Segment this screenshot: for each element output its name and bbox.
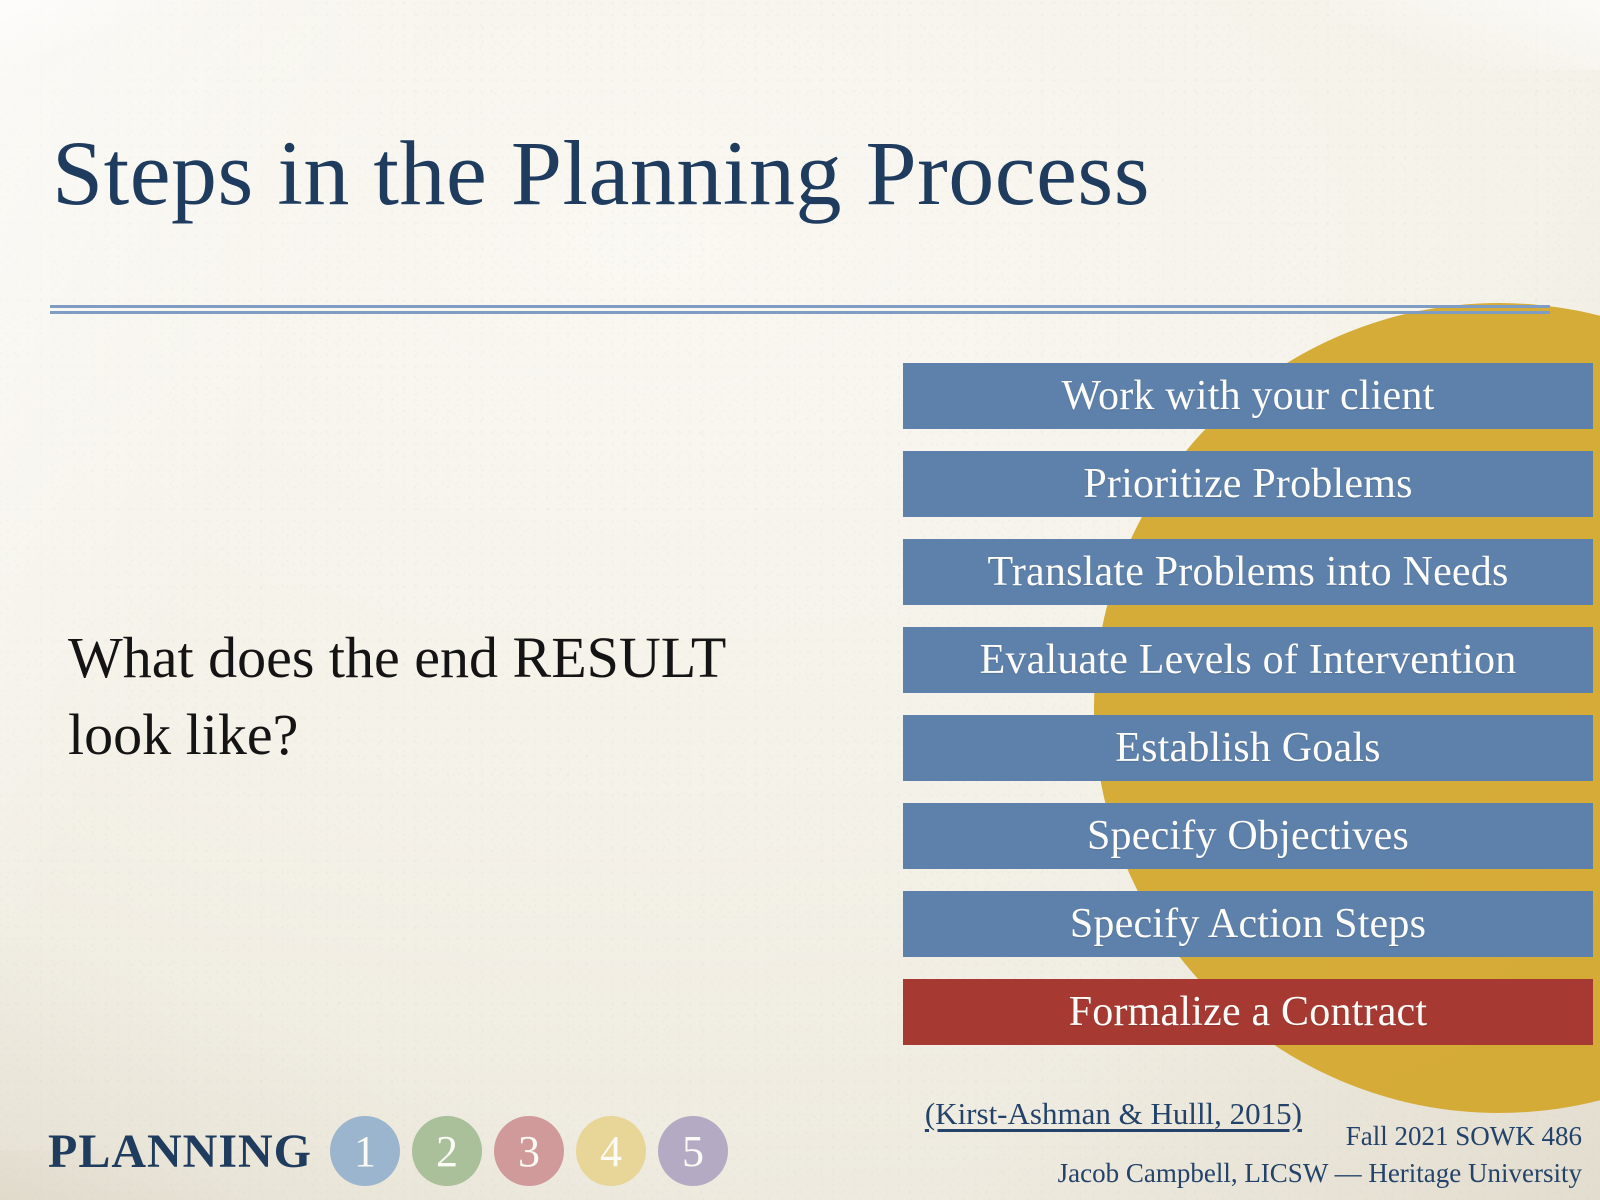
progress-dot-3[interactable]: 3 [494, 1116, 565, 1186]
step-bar-label: Formalize a Contract [1068, 989, 1428, 1035]
step-bar: Translate Problems into Needs [903, 539, 1593, 605]
slide-canvas: Steps in the Planning Process What does … [0, 0, 1600, 1200]
step-bar-label: Specify Action Steps [1069, 901, 1427, 947]
slide-body-text: What does the end RESULT look like? [68, 625, 726, 767]
step-bar-highlighted: Formalize a Contract [903, 979, 1593, 1045]
progress-dot-5[interactable]: 5 [658, 1116, 729, 1186]
step-bar-label: Prioritize Problems [1083, 461, 1413, 507]
progress-dot-2[interactable]: 2 [412, 1116, 483, 1186]
section-label: PLANNING [48, 1124, 313, 1178]
progress-dot-number: 4 [600, 1126, 623, 1176]
progress-dot-number: 5 [682, 1126, 705, 1176]
progress-dot-1[interactable]: 1 [330, 1116, 401, 1186]
step-bar-label: Work with your client [1061, 373, 1435, 419]
paper-fold-top-right [1330, 0, 1600, 70]
progress-dot-number: 3 [518, 1126, 541, 1176]
divider-line-upper [50, 305, 1550, 308]
divider-line-lower [50, 311, 1550, 314]
footer-course: Fall 2021 SOWK 486 [1345, 1120, 1582, 1151]
slide-title: Steps in the Planning Process [52, 122, 1151, 224]
step-bar: Specify Objectives [903, 803, 1593, 869]
step-bar-label: Specify Objectives [1086, 813, 1409, 859]
footer-attribution: Jacob Campbell, LICSW — Heritage Univers… [1057, 1157, 1582, 1188]
paper-fold-top-left [0, 0, 202, 65]
step-bar: Work with your client [903, 363, 1593, 429]
progress-dot-number: 2 [436, 1126, 459, 1176]
step-bar: Prioritize Problems [903, 451, 1593, 517]
progress-dot-4[interactable]: 4 [576, 1116, 647, 1186]
step-bar-label: Evaluate Levels of Intervention [979, 637, 1517, 683]
planning-steps-list: Work with your client Prioritize Problem… [903, 363, 1593, 1045]
footer-attribution-block: Fall 2021 SOWK 486 Jacob Campbell, LICSW… [1058, 1118, 1582, 1193]
title-divider-rule [50, 305, 1550, 314]
step-bar-label: Establish Goals [1115, 725, 1381, 771]
step-bar-label: Translate Problems into Needs [987, 549, 1509, 595]
step-bar: Specify Action Steps [903, 891, 1593, 957]
progress-dot-number: 1 [354, 1126, 377, 1176]
section-progress-bar: PLANNING 1 2 3 4 5 [48, 1116, 729, 1186]
step-bar: Evaluate Levels of Intervention [903, 627, 1593, 693]
step-bar: Establish Goals [903, 715, 1593, 781]
